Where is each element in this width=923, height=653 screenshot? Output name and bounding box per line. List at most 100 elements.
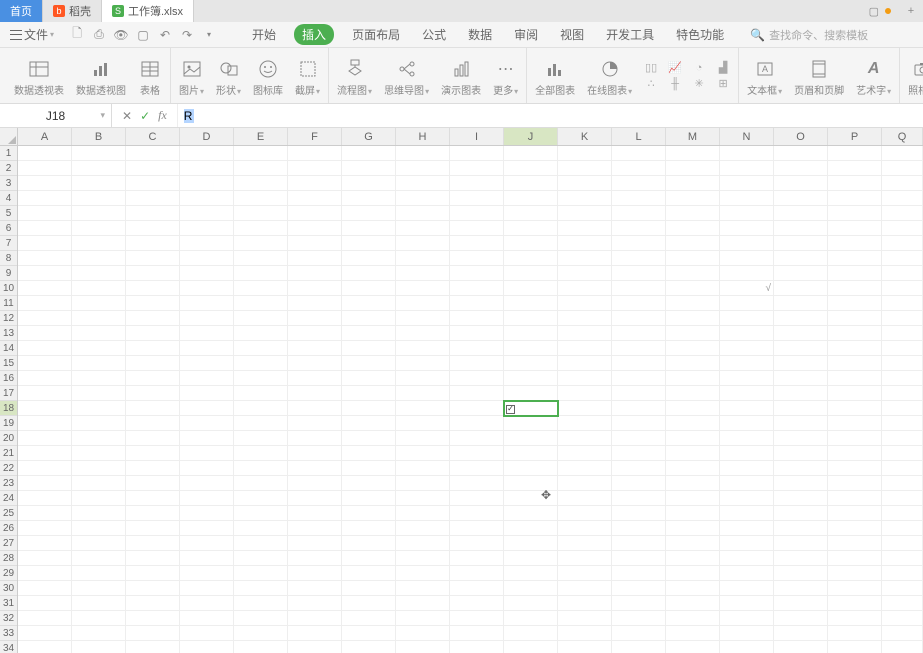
cell-I31[interactable] [450,596,504,611]
cell-O11[interactable] [774,296,828,311]
cell-B9[interactable] [72,266,126,281]
cell-O28[interactable] [774,551,828,566]
row-header-18[interactable]: 18 [0,401,17,416]
cell-K5[interactable] [558,206,612,221]
cell-L25[interactable] [612,506,666,521]
cell-Q22[interactable] [882,461,923,476]
cell-A2[interactable] [18,161,72,176]
cell-M15[interactable] [666,356,720,371]
cell-J13[interactable] [504,326,558,341]
cell-M19[interactable] [666,416,720,431]
header-footer-button[interactable]: 页眉和页脚 [792,54,846,103]
cell-P28[interactable] [828,551,882,566]
cell-I12[interactable] [450,311,504,326]
cell-N12[interactable] [720,311,774,326]
fx-icon[interactable]: fx [158,108,167,123]
cell-I16[interactable] [450,371,504,386]
col-header-F[interactable]: F [288,128,342,145]
cell-P23[interactable] [828,476,882,491]
cell-H6[interactable] [396,221,450,236]
cell-N32[interactable] [720,611,774,626]
cell-O17[interactable] [774,386,828,401]
cell-L27[interactable] [612,536,666,551]
cell-O12[interactable] [774,311,828,326]
cell-P7[interactable] [828,236,882,251]
cell-J20[interactable] [504,431,558,446]
cell-D16[interactable] [180,371,234,386]
wordart-button[interactable]: A 艺术字 [854,54,893,103]
cell-E23[interactable] [234,476,288,491]
cell-K27[interactable] [558,536,612,551]
cell-K29[interactable] [558,566,612,581]
cell-B20[interactable] [72,431,126,446]
cell-G6[interactable] [342,221,396,236]
cell-J19[interactable] [504,416,558,431]
cell-L7[interactable] [612,236,666,251]
cell-H14[interactable] [396,341,450,356]
icon-lib-button[interactable]: 图标库 [251,54,285,103]
cell-Q15[interactable] [882,356,923,371]
formula-input[interactable] [184,109,917,123]
cell-I30[interactable] [450,581,504,596]
cell-E10[interactable] [234,281,288,296]
cell-N19[interactable] [720,416,774,431]
textbox-button[interactable]: A 文本框 [745,54,784,103]
cell-M2[interactable] [666,161,720,176]
cell-D10[interactable] [180,281,234,296]
cell-G7[interactable] [342,236,396,251]
cell-N16[interactable] [720,371,774,386]
cell-L20[interactable] [612,431,666,446]
cell-L16[interactable] [612,371,666,386]
cell-J8[interactable] [504,251,558,266]
cell-B18[interactable] [72,401,126,416]
cell-B30[interactable] [72,581,126,596]
cell-M11[interactable] [666,296,720,311]
cell-C24[interactable] [126,491,180,506]
cell-P10[interactable] [828,281,882,296]
cell-D29[interactable] [180,566,234,581]
mini-chart-scatter-icon[interactable]: ∴ [642,77,660,91]
row-header-24[interactable]: 24 [0,491,17,506]
cell-J33[interactable] [504,626,558,641]
cell-B6[interactable] [72,221,126,236]
cell-K2[interactable] [558,161,612,176]
cell-O10[interactable] [774,281,828,296]
cell-N24[interactable] [720,491,774,506]
cell-O19[interactable] [774,416,828,431]
cell-O34[interactable] [774,641,828,653]
cell-D33[interactable] [180,626,234,641]
cell-C16[interactable] [126,371,180,386]
cell-G13[interactable] [342,326,396,341]
cell-J30[interactable] [504,581,558,596]
cell-P18[interactable] [828,401,882,416]
cell-F34[interactable] [288,641,342,653]
ribbon-tab-view[interactable]: 视图 [556,24,588,45]
cell-E2[interactable] [234,161,288,176]
cell-A32[interactable] [18,611,72,626]
cell-P2[interactable] [828,161,882,176]
cell-P32[interactable] [828,611,882,626]
cell-C13[interactable] [126,326,180,341]
cell-L34[interactable] [612,641,666,653]
cell-B19[interactable] [72,416,126,431]
cell-B12[interactable] [72,311,126,326]
row-header-14[interactable]: 14 [0,341,17,356]
cell-H32[interactable] [396,611,450,626]
tab-daoke[interactable]: b 稻壳 [43,0,102,22]
cell-A33[interactable] [18,626,72,641]
cell-H29[interactable] [396,566,450,581]
pivot-chart-button[interactable]: 数据透视图 [74,54,128,103]
cell-A23[interactable] [18,476,72,491]
cell-H18[interactable] [396,401,450,416]
row-header-3[interactable]: 3 [0,176,17,191]
cell-Q27[interactable] [882,536,923,551]
row-header-5[interactable]: 5 [0,206,17,221]
cell-F16[interactable] [288,371,342,386]
cell-H27[interactable] [396,536,450,551]
cell-G22[interactable] [342,461,396,476]
cell-D5[interactable] [180,206,234,221]
cell-F3[interactable] [288,176,342,191]
cell-P25[interactable] [828,506,882,521]
col-header-N[interactable]: N [720,128,774,145]
formula-input-wrap[interactable] [178,104,923,127]
